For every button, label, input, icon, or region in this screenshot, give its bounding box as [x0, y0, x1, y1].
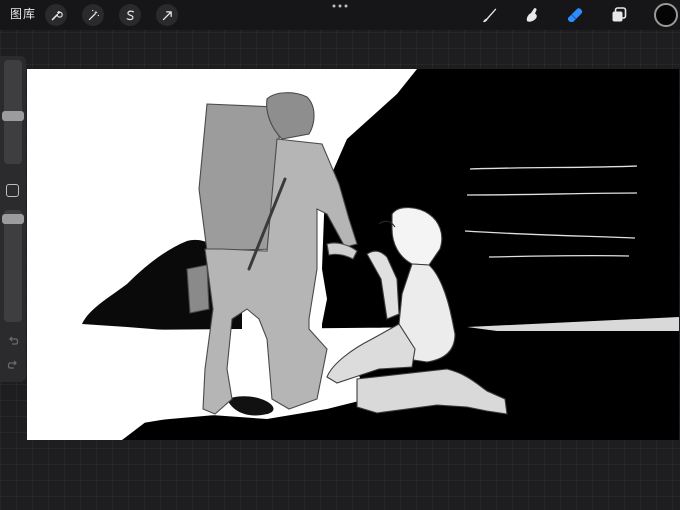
eraser-icon — [568, 8, 583, 22]
artwork-sketch — [27, 69, 679, 440]
actions-button[interactable] — [45, 4, 67, 26]
redo-icon — [7, 360, 17, 369]
opacity-thumb[interactable] — [2, 214, 24, 224]
selection-button[interactable] — [119, 4, 141, 26]
gallery-button[interactable]: 图库 — [10, 6, 36, 22]
undo-button[interactable] — [5, 334, 21, 348]
smudge-icon — [526, 8, 537, 22]
undo-icon — [9, 336, 19, 345]
smudge-tool-button[interactable] — [521, 4, 543, 26]
brush-size-slider[interactable] — [2, 60, 24, 164]
color-picker-swatch[interactable] — [654, 3, 678, 27]
selection-s-icon — [126, 10, 134, 20]
magic-wand-icon — [88, 9, 99, 20]
brush-icon — [483, 8, 497, 23]
arrow-cursor-icon — [162, 10, 172, 20]
side-toolbar — [0, 56, 26, 382]
adjustments-button[interactable] — [82, 4, 104, 26]
transform-button[interactable] — [156, 4, 178, 26]
square-modify-icon[interactable] — [6, 184, 19, 197]
brush-tool-button[interactable] — [478, 4, 500, 26]
wrench-icon — [51, 10, 63, 20]
drawing-canvas[interactable] — [27, 69, 679, 440]
eraser-tool-button[interactable] — [564, 4, 586, 26]
redo-button[interactable] — [5, 358, 21, 372]
brush-size-thumb[interactable] — [2, 111, 24, 121]
opacity-slider[interactable] — [2, 210, 24, 322]
procreate-app: 图库 — [0, 0, 680, 510]
layers-button[interactable] — [608, 4, 630, 26]
top-toolbar: 图库 — [0, 0, 680, 30]
more-dots-icon[interactable] — [330, 3, 350, 9]
layers-icon — [612, 7, 627, 22]
